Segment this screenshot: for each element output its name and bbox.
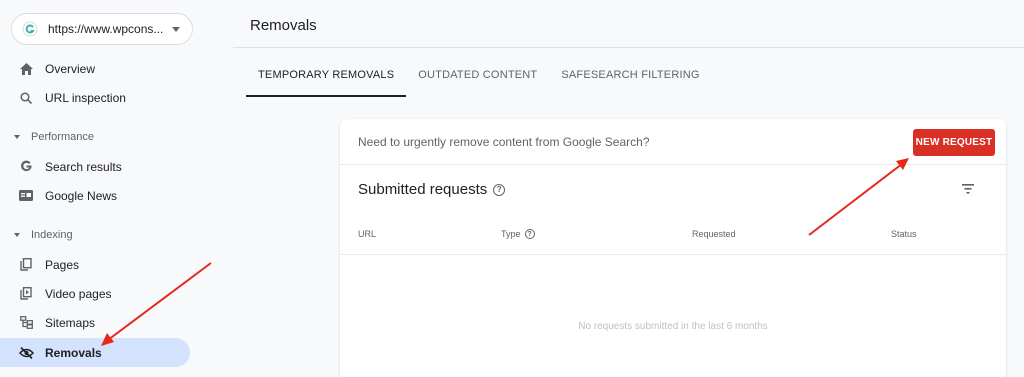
new-request-banner: Need to urgently remove content from Goo… [340,119,1006,165]
nav-item-video-pages[interactable]: Video pages [0,279,190,308]
help-icon[interactable]: ? [493,183,506,196]
section-title: Submitted requests [358,181,488,198]
section-performance[interactable]: Performance [14,131,94,143]
nav-item-sitemaps[interactable]: Sitemaps [0,308,190,337]
column-label: Status [891,229,917,239]
pages-icon [18,257,34,273]
chevron-down-icon [172,26,180,32]
page-title: Removals [250,17,317,34]
column-header-url[interactable]: URL [358,229,376,239]
google-news-icon [18,188,34,204]
video-pages-icon [18,286,34,302]
caret-down-icon [14,135,20,139]
section-label: Indexing [31,229,73,241]
tab-temporary-removals[interactable]: TEMPORARY REMOVALS [246,60,407,97]
nav-label: Video pages [45,286,112,301]
tab-safesearch-filtering[interactable]: SAFESEARCH FILTERING [549,60,711,97]
nav-label: Sitemaps [45,315,96,330]
new-request-button[interactable]: NEW REQUEST [913,129,995,156]
nav-item-search-results[interactable]: Search results [0,152,190,181]
site-logo-icon [22,21,38,37]
google-g-icon [18,159,34,175]
nav-item-google-news[interactable]: Google News [0,181,190,210]
property-selector[interactable]: https://www.wpcons... [11,13,193,45]
section-label: Performance [31,131,94,143]
tab-outdated-content[interactable]: OUTDATED CONTENT [406,60,549,97]
nav-item-removals[interactable]: Removals [0,338,190,367]
banner-text: Need to urgently remove content from Goo… [358,135,650,149]
column-header-status[interactable]: Status [891,229,917,239]
nav-item-pages[interactable]: Pages [0,250,190,279]
empty-state-message: No requests submitted in the last 6 mont… [578,321,768,332]
submitted-requests-heading: Submitted requests ? [358,181,506,198]
column-label: URL [358,229,377,239]
column-label: Requested [692,229,736,239]
column-header-type[interactable]: Type? [501,229,535,239]
nav-label: Removals [45,345,102,360]
nav-label: Search results [45,159,122,174]
header-divider [233,47,1024,48]
table-header-divider [340,254,1006,255]
caret-down-icon [14,233,20,237]
column-header-requested[interactable]: Requested [692,229,736,239]
home-icon [18,61,34,77]
tab-bar: TEMPORARY REMOVALS OUTDATED CONTENT SAFE… [246,60,712,97]
nav-label: Google News [45,188,118,203]
nav-label: Overview [45,61,96,76]
nav-item-url-inspection[interactable]: URL inspection [0,83,190,112]
search-icon [18,90,34,106]
filter-icon[interactable] [960,182,976,196]
eye-off-icon [18,345,34,361]
column-label: Type [501,229,521,239]
sitemaps-icon [18,315,34,331]
sidebar: https://www.wpcons... Overview URL inspe… [0,0,205,377]
property-url: https://www.wpcons... [48,22,164,36]
nav-item-overview[interactable]: Overview [0,54,190,83]
help-icon[interactable]: ? [524,229,535,239]
section-indexing[interactable]: Indexing [14,229,73,241]
nav-label: Pages [45,257,80,272]
removals-card: Need to urgently remove content from Goo… [340,119,1006,377]
nav-label: URL inspection [45,90,126,105]
